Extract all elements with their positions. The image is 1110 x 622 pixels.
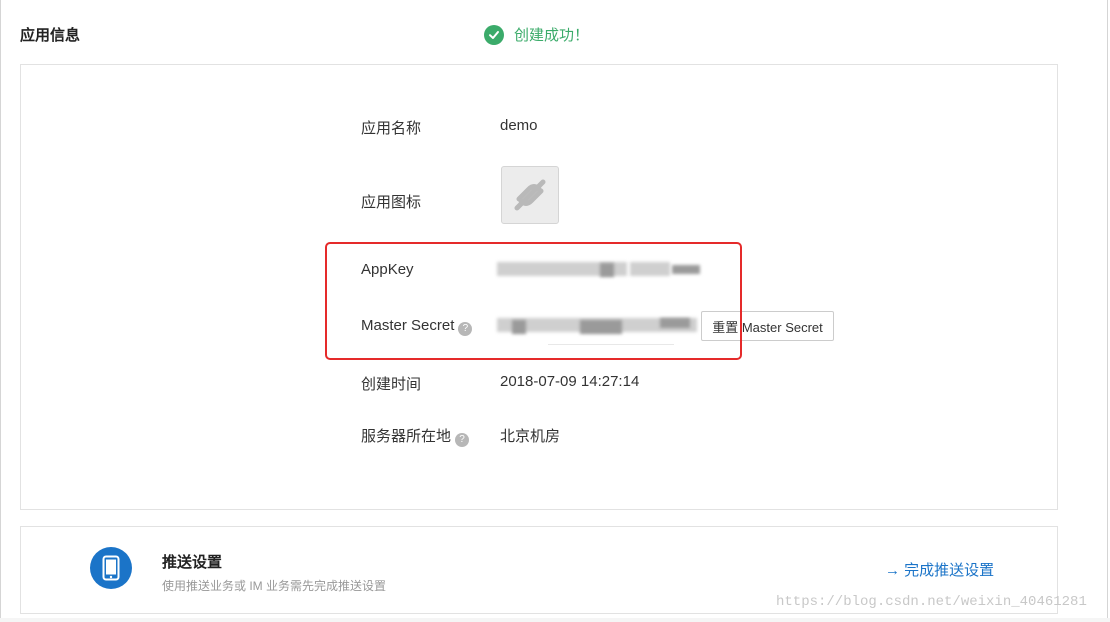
app-icon-label: 应用图标 — [361, 194, 422, 211]
push-settings-description: 使用推送业务或 IM 业务需先完成推送设置 — [162, 579, 386, 593]
app-name-label: 应用名称 — [361, 120, 422, 137]
push-settings-title: 推送设置 — [162, 554, 223, 571]
arrow-right-icon: → — [885, 562, 900, 579]
highlight-box — [325, 242, 742, 360]
server-location-value: 北京机房 — [500, 428, 561, 445]
server-location-label: 服务器所在地? — [361, 425, 470, 447]
app-placeholder-icon[interactable] — [501, 166, 559, 224]
bottom-strip — [0, 618, 1110, 622]
watermark: https://blog.csdn.net/weixin_40461281 — [776, 594, 1087, 610]
complete-push-settings-link[interactable]: → 完成推送设置 — [885, 559, 994, 580]
created-time-label: 创建时间 — [361, 376, 422, 393]
server-location-label-text: 服务器所在地 — [361, 428, 452, 445]
section-title: 应用信息 — [20, 27, 81, 44]
help-icon[interactable]: ? — [455, 433, 470, 447]
created-time-value: 2018-07-09 14:27:14 — [500, 373, 640, 390]
app-name-value: demo — [500, 117, 538, 134]
check-circle-icon — [484, 24, 504, 45]
complete-push-settings-label: 完成推送设置 — [904, 562, 995, 579]
success-message: 创建成功！ — [484, 24, 589, 45]
phone-icon — [90, 547, 132, 589]
success-text: 创建成功！ — [514, 27, 590, 44]
